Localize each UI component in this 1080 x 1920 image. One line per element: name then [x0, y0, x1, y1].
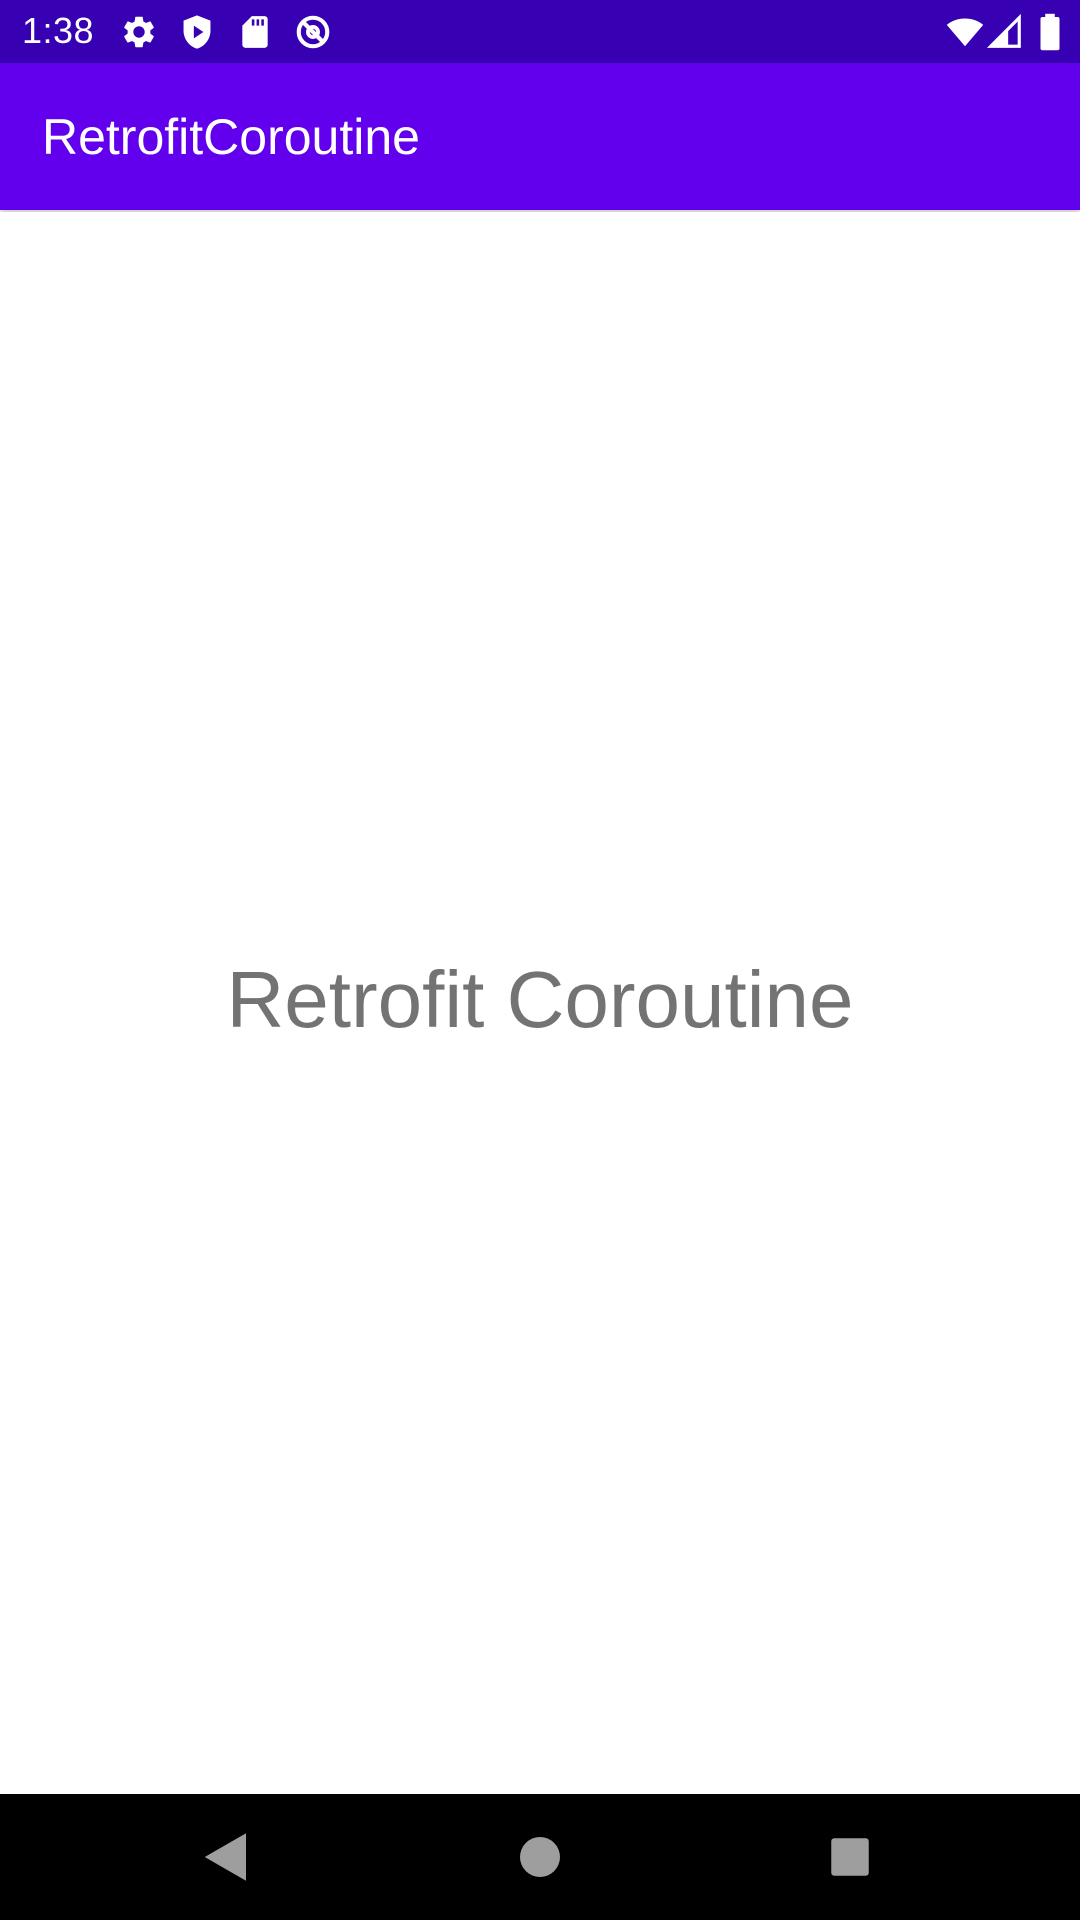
recents-icon[interactable] — [820, 1827, 880, 1887]
cell-signal-icon — [986, 13, 1024, 51]
battery-icon — [1036, 13, 1064, 51]
app-title: RetrofitCoroutine — [42, 109, 420, 165]
sd-card-icon — [236, 13, 274, 51]
no-entry-icon — [294, 13, 332, 51]
wifi-icon — [944, 13, 986, 51]
gear-icon — [120, 13, 158, 51]
home-icon[interactable] — [510, 1827, 570, 1887]
back-icon[interactable] — [196, 1827, 256, 1887]
main-content: Retrofit Coroutine — [0, 212, 1080, 1794]
main-text: Retrofit Coroutine — [226, 955, 854, 1044]
navigation-bar — [0, 1794, 1080, 1920]
app-bar: RetrofitCoroutine — [0, 63, 1080, 210]
status-time: 1:38 — [22, 10, 95, 51]
status-bar: 1:38 — [0, 0, 1080, 63]
play-protect-icon — [178, 13, 216, 51]
